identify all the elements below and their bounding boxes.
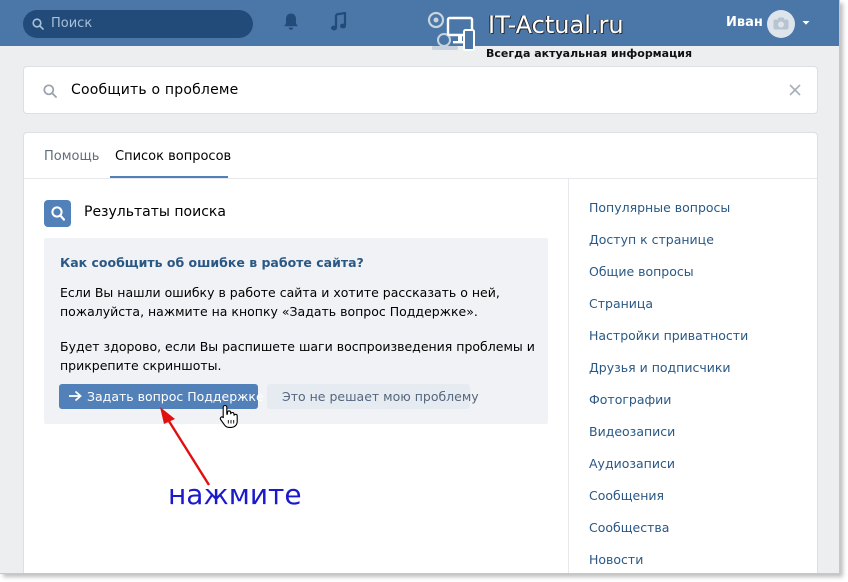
camera-icon (773, 17, 789, 30)
user-name[interactable]: Иван (726, 15, 763, 30)
close-icon[interactable] (788, 83, 802, 97)
search-icon (51, 206, 65, 221)
global-search-input[interactable]: Поиск (23, 10, 253, 38)
search-icon (43, 84, 57, 98)
watermark-logo: IT-Actual.ru Всегда актуальная информаци… (424, 6, 692, 66)
sidebar-item-friends[interactable]: Друзья и подписчики (589, 360, 731, 375)
bell-icon[interactable] (282, 12, 300, 32)
active-tab-indicator (110, 176, 228, 178)
sidebar-item-audio[interactable]: Аудиозаписи (589, 456, 675, 471)
watermark-tagline: Всегда актуальная информация (486, 47, 693, 60)
question-title[interactable]: Как сообщить об ошибке в работе сайта? (60, 255, 364, 270)
devices-logo-icon (427, 11, 475, 51)
not-solved-button[interactable]: Это не решает мою проблему (267, 384, 479, 409)
avatar[interactable] (767, 10, 795, 38)
answer-text-line: Если Вы нашли ошибку в работе сайта и хо… (60, 285, 500, 300)
sidebar-item-messages[interactable]: Сообщения (589, 488, 664, 503)
help-panel: Помощь Список вопросов Результаты поиска… (23, 132, 818, 573)
arrow-right-icon (69, 390, 82, 402)
tab-question-list[interactable]: Список вопросов (115, 149, 231, 164)
sidebar-item-general[interactable]: Общие вопросы (589, 264, 694, 279)
annotation-label: нажмите (168, 478, 302, 511)
sidebar-item-privacy[interactable]: Настройки приватности (589, 328, 748, 343)
search-icon (32, 18, 44, 30)
sidebar-item-videos[interactable]: Видеозаписи (589, 424, 675, 439)
results-search-icon (44, 200, 71, 227)
sidebar-item-page[interactable]: Страница (589, 296, 653, 311)
chevron-down-icon[interactable] (802, 20, 810, 26)
sidebar-topics: Популярные вопросы Доступ к странице Общ… (568, 179, 817, 573)
sidebar-item-photos[interactable]: Фотографии (589, 392, 671, 407)
sidebar-item-page-access[interactable]: Доступ к странице (589, 232, 714, 247)
music-icon[interactable] (330, 12, 348, 32)
sidebar-item-news[interactable]: Новости (589, 552, 643, 567)
answer-text-line: Будет здорово, если Вы распишете шаги во… (60, 339, 535, 354)
answer-text-line: прикрепите скриншоты. (60, 358, 222, 373)
hand-cursor-icon (219, 404, 238, 428)
top-navigation-bar: Поиск IT-Actual.ru Всегда актуальная инф… (0, 0, 839, 60)
help-search-query: Сообщить о проблеме (71, 82, 239, 98)
ask-support-button-label: Задать вопрос Поддержке (87, 389, 264, 404)
sidebar-item-communities[interactable]: Сообщества (589, 520, 669, 535)
answer-text-line: пожалуйста, нажмите на кнопку «Задать во… (60, 304, 478, 319)
watermark-site-name: IT-Actual.ru (488, 11, 624, 39)
help-search-field[interactable]: Сообщить о проблеме (23, 66, 818, 114)
browser-window: Поиск IT-Actual.ru Всегда актуальная инф… (0, 0, 840, 574)
not-solved-button-label: Это не решает мою проблему (282, 389, 479, 404)
tab-help[interactable]: Помощь (44, 149, 99, 164)
sidebar-item-popular[interactable]: Популярные вопросы (589, 200, 730, 215)
results-title: Результаты поиска (84, 204, 226, 220)
answer-card: Как сообщить об ошибке в работе сайта? Е… (44, 238, 548, 424)
tab-bar: Помощь Список вопросов (24, 133, 817, 179)
search-placeholder: Поиск (51, 16, 93, 31)
